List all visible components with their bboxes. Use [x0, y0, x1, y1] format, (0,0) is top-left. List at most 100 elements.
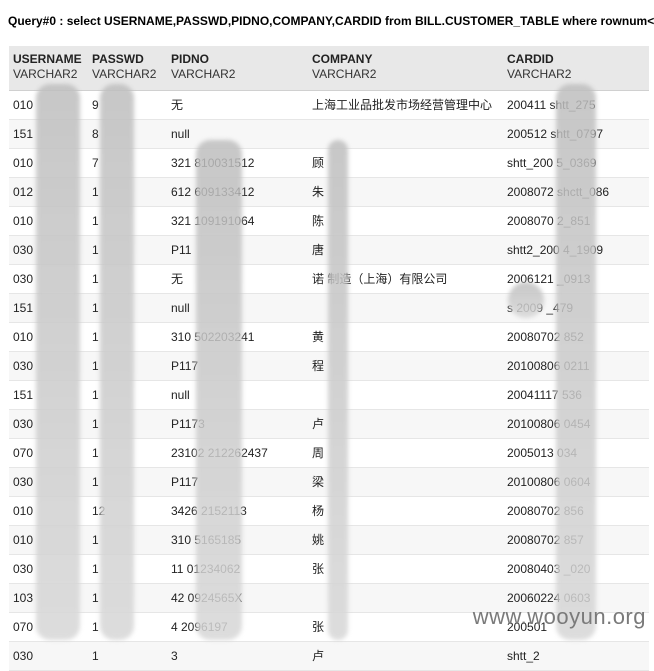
table-cell: 8	[92, 127, 99, 141]
column-header-pidno[interactable]: PIDNO VARCHAR2	[171, 52, 235, 82]
column-type: VARCHAR2	[507, 67, 572, 81]
table-cell: null	[171, 127, 190, 141]
table-cell: 151	[13, 388, 34, 402]
table-cell: 12	[92, 504, 106, 518]
table-cell: P1173	[171, 417, 205, 431]
table-cell: 1	[92, 359, 99, 373]
table-cell: shtt_200 5_0369	[507, 156, 597, 170]
table-cell: 070	[13, 446, 34, 460]
table-cell: 2006121 _0913	[507, 272, 591, 286]
table-row[interactable]: 030 1 P117 梁 20100806 0604	[9, 468, 649, 497]
table-cell: 1	[92, 388, 99, 402]
table-cell: 151	[13, 301, 34, 315]
table-cell: 1	[92, 649, 99, 663]
table-cell: 2005013 034	[507, 446, 578, 460]
table-cell: 42 0924565X	[171, 591, 243, 605]
table-cell: 1	[92, 243, 99, 257]
table-cell: 1	[92, 330, 99, 344]
column-header-company[interactable]: COMPANY VARCHAR2	[312, 52, 376, 82]
table-cell: 1	[92, 417, 99, 431]
table-cell: P117	[171, 475, 199, 489]
table-row[interactable]: 030 1 11 01234062 张 20080403 _020	[9, 555, 649, 584]
table-row[interactable]: 151 1 null 20041117 536	[9, 381, 649, 410]
table-cell: 010	[13, 156, 34, 170]
table-cell: 3426 2152113	[171, 504, 247, 518]
table-cell	[312, 381, 506, 409]
table-body: 010 9 无 上海工业品批发市场经营管理中心 200411 shtt_275 151 8 n…	[9, 91, 649, 671]
table-row[interactable]: 030 1 无 诺 制造（上海）有限公司 2006121 _0913	[9, 265, 649, 294]
table-row[interactable]: 010 1 310 502203241 黄 20080702 852	[9, 323, 649, 352]
table-cell: 顾	[312, 156, 325, 170]
table-row[interactable]: 010 9 无 上海工业品批发市场经营管理中心 200411 shtt_275	[9, 91, 649, 120]
table-cell: 梁	[312, 475, 325, 489]
table-cell: 2008070 2_851	[507, 214, 591, 228]
column-type: VARCHAR2	[312, 67, 377, 81]
table-cell: 20100806 0604	[507, 475, 591, 489]
table-row[interactable]: 070 1 23102 212262437 周 2005013 034	[9, 439, 649, 468]
table-cell: 1	[92, 446, 99, 460]
table-cell: 1	[92, 185, 99, 199]
table-cell: 012	[13, 185, 34, 199]
table-cell: 20080702 856	[507, 504, 584, 518]
table-cell: 姚	[312, 533, 325, 547]
table-row[interactable]: 010 12 3426 2152113 杨 20080702 856	[9, 497, 649, 526]
table-header: USERNAME VARCHAR2 PASSWD VARCHAR2 PIDNO …	[9, 46, 649, 91]
table-cell: 上海工业品批发市场经营管理中心	[312, 98, 493, 112]
table-cell: s 2009 _479	[507, 301, 574, 315]
table-cell: 20100806 0211	[507, 359, 590, 373]
table-cell: 程	[312, 359, 325, 373]
table-cell: 1	[92, 562, 99, 576]
table-cell: 11 01234062	[171, 562, 241, 576]
table-cell: 010	[13, 533, 34, 547]
table-cell: 2008072 shctt_086	[507, 185, 610, 199]
table-row[interactable]: 030 1 P1173 卢 20100806 0454	[9, 410, 649, 439]
table-row[interactable]: 151 8 null 200512 shtt_0797	[9, 120, 649, 149]
table-cell: 030	[13, 562, 34, 576]
table-cell: 612 609133412	[171, 185, 255, 199]
table-row[interactable]: 010 1 321 109191064 陈 2008070 2_851	[9, 207, 649, 236]
table-cell: 030	[13, 272, 34, 286]
table-cell: 陈	[312, 214, 325, 228]
table-cell: shtt2_200 4_1909	[507, 243, 604, 257]
column-name: USERNAME	[13, 52, 82, 66]
table-cell: 1	[92, 533, 99, 547]
table-cell: 310 502203241	[171, 330, 255, 344]
table-cell: 200411 shtt_275	[507, 98, 596, 112]
table-cell: 23102 212262437	[171, 446, 268, 460]
table-cell: 20080702 857	[507, 533, 584, 547]
column-header-passwd[interactable]: PASSWD VARCHAR2	[92, 52, 156, 82]
table-cell: null	[171, 301, 190, 315]
table-cell: 010	[13, 330, 34, 344]
table-row[interactable]: 151 1 null s 2009 _479	[9, 294, 649, 323]
table-cell: 1	[92, 591, 99, 605]
table-row[interactable]: 010 7 321 810031512 顾 shtt_200 5_0369	[9, 149, 649, 178]
column-name: PASSWD	[92, 52, 144, 66]
table-row[interactable]: 030 1 P11 唐 shtt2_200 4_1909	[9, 236, 649, 265]
column-header-cardid[interactable]: CARDID VARCHAR2	[507, 52, 571, 82]
table-row[interactable]: 010 1 310 5165185 姚 20080702 857	[9, 526, 649, 555]
column-type: VARCHAR2	[171, 67, 236, 81]
table-cell	[312, 120, 506, 148]
column-header-username[interactable]: USERNAME VARCHAR2	[13, 52, 82, 82]
table-cell: P11	[171, 243, 192, 257]
table-cell: 20080403 _020	[507, 562, 591, 576]
column-name: COMPANY	[312, 52, 373, 66]
table-row[interactable]: 030 1 3 卢 shtt_2	[9, 642, 649, 671]
table-cell: 321 109191064	[171, 214, 255, 228]
table-cell: 151	[13, 127, 34, 141]
table-cell: 卢	[312, 417, 325, 431]
table-cell: 朱	[312, 185, 325, 199]
table-cell: 20041117 536	[507, 388, 582, 402]
table-row[interactable]: 012 1 612 609133412 朱 2008072 shctt_086	[9, 178, 649, 207]
table-cell: 9	[92, 98, 99, 112]
table-cell: 卢	[312, 649, 325, 663]
column-name: CARDID	[507, 52, 554, 66]
table-cell: 周	[312, 446, 325, 460]
table-cell: null	[171, 388, 190, 402]
table-cell: 4 2096197	[171, 620, 228, 634]
table-cell: 010	[13, 98, 34, 112]
table-cell: 20080702 852	[507, 330, 584, 344]
table-row[interactable]: 030 1 P117 程 20100806 0211	[9, 352, 649, 381]
table-cell: 010	[13, 504, 34, 518]
table-cell: 7	[92, 156, 99, 170]
